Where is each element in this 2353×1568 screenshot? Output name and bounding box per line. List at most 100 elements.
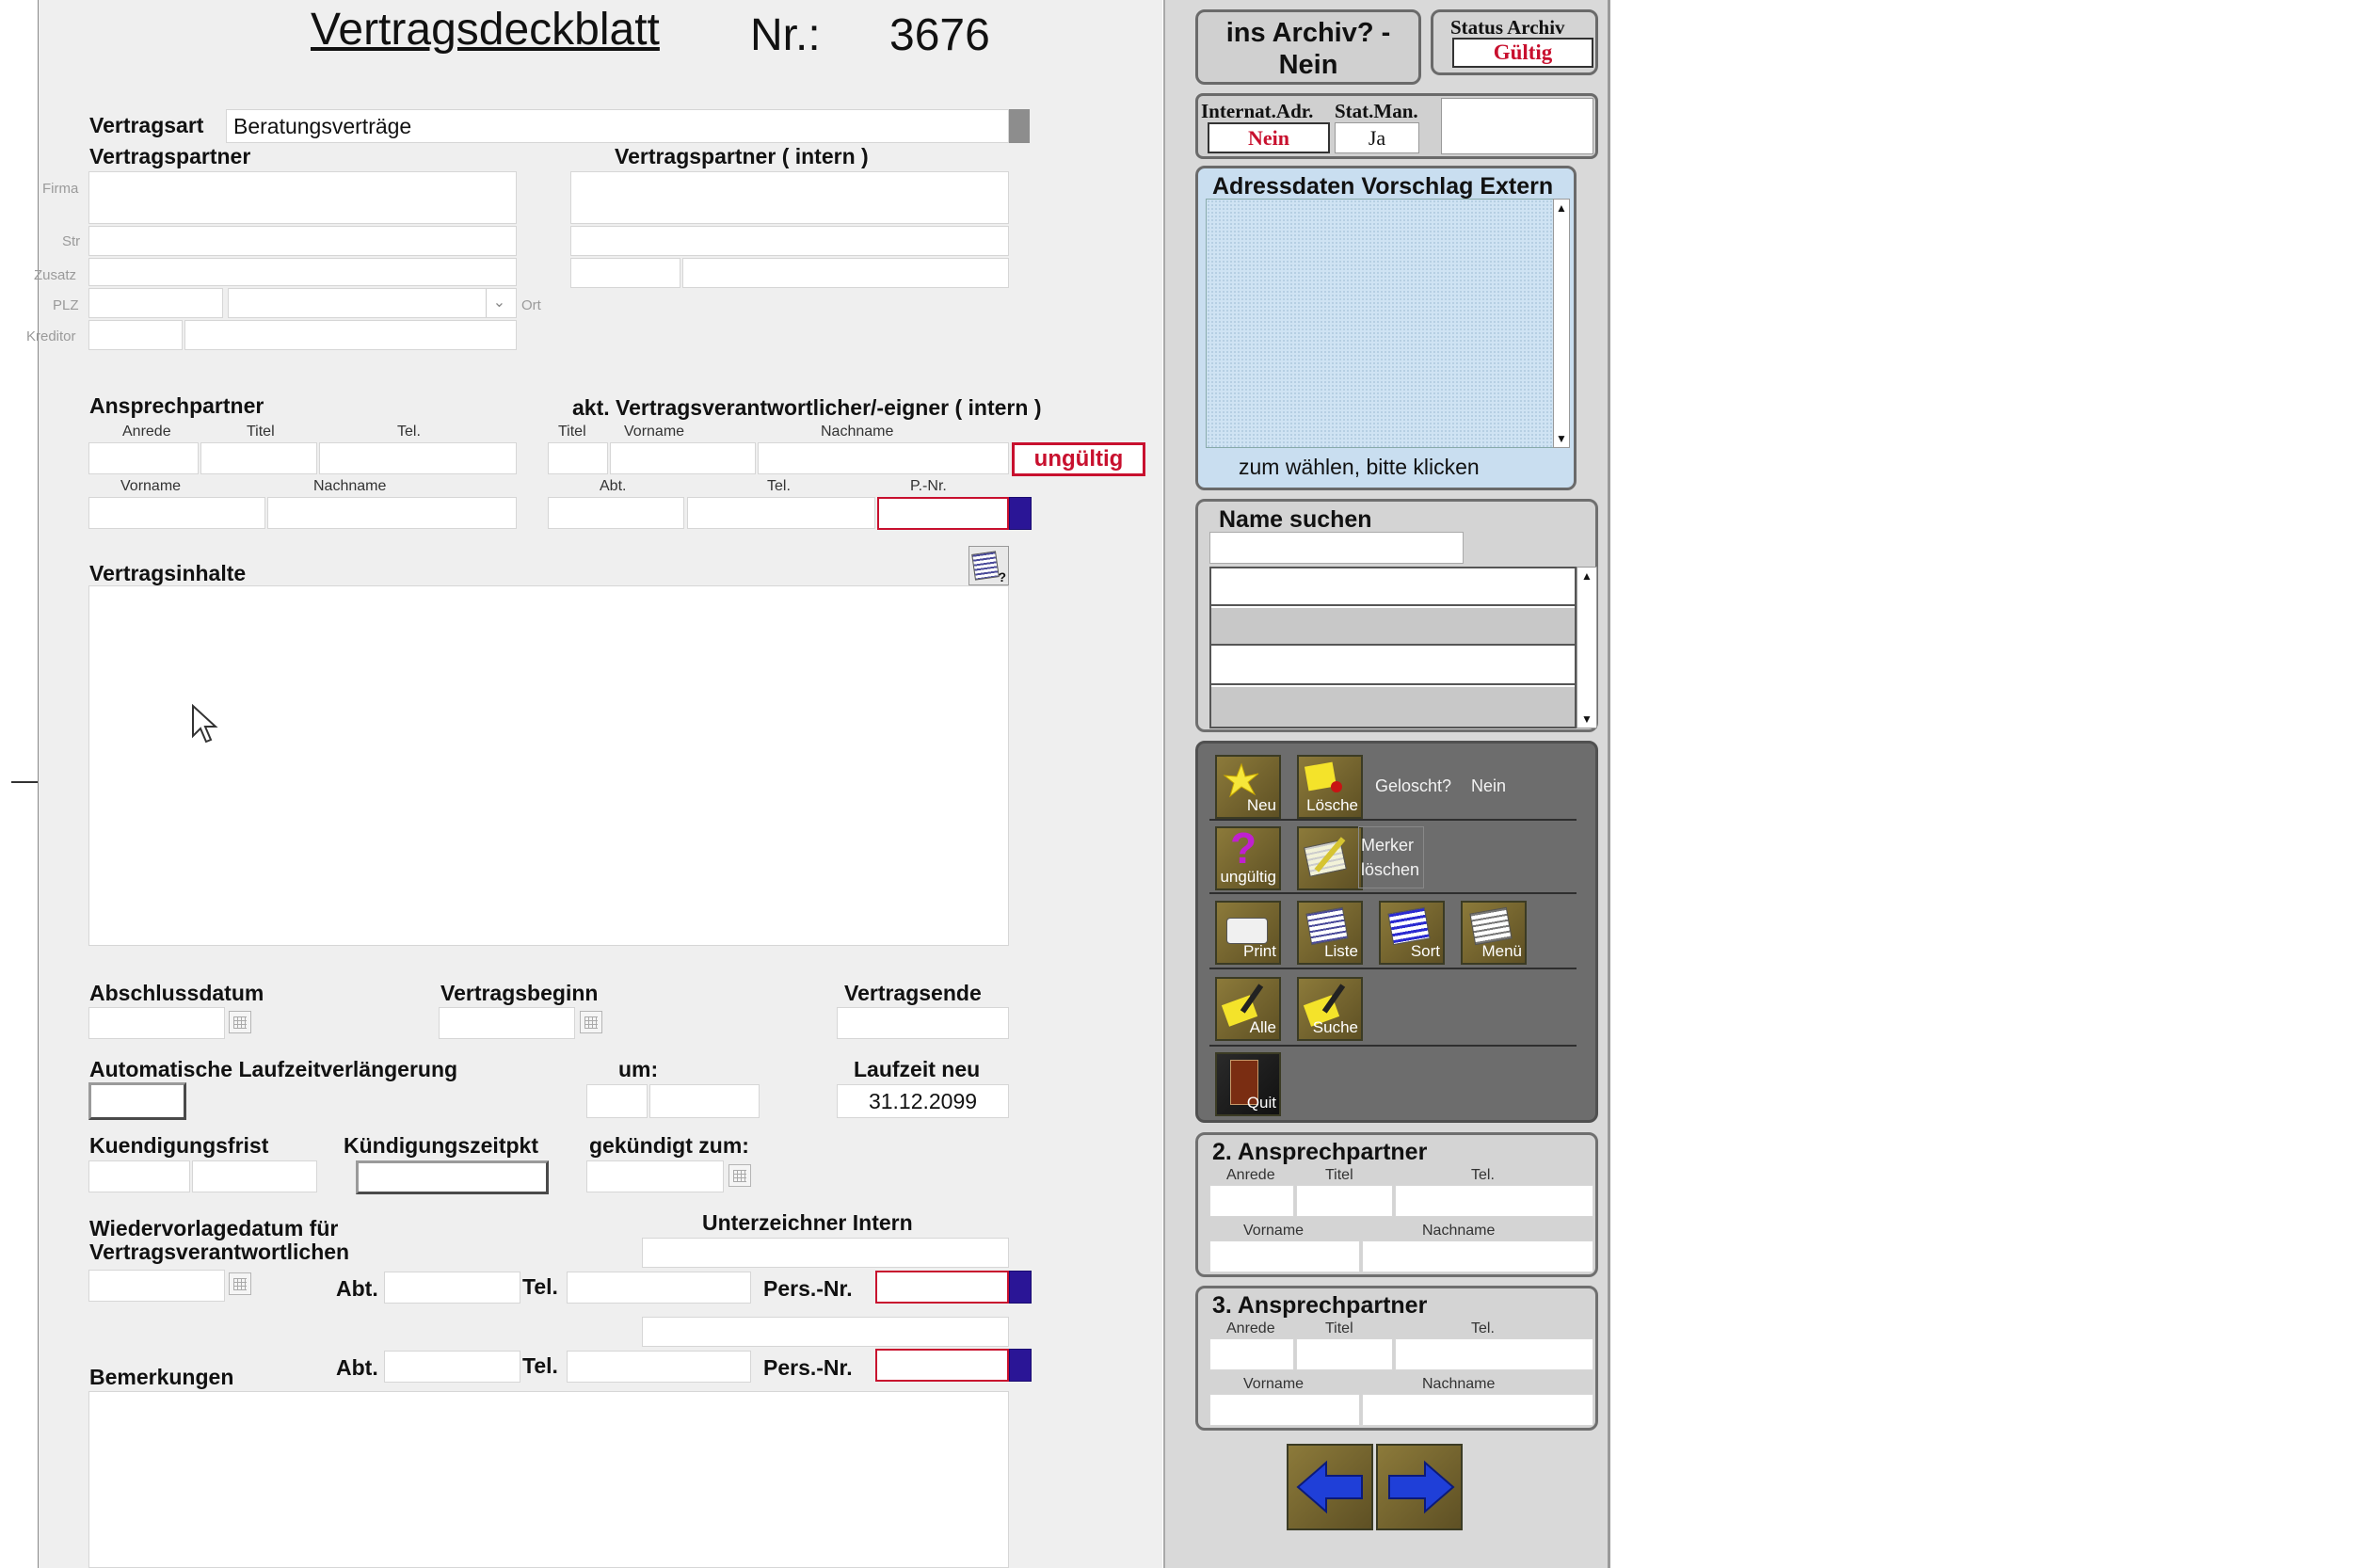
invalid-icon[interactable]: ? ungültig — [1215, 824, 1281, 890]
beginn-calendar-icon[interactable] — [580, 1011, 602, 1033]
ort-select[interactable]: ⌄ — [228, 288, 517, 318]
vorname-field[interactable] — [88, 497, 265, 529]
next-record-button[interactable] — [1376, 1444, 1463, 1530]
v-pnr-field[interactable] — [877, 497, 1009, 530]
vertragsart-field[interactable]: Beratungsverträge — [226, 109, 1009, 143]
ap3-anrede-field[interactable] — [1209, 1338, 1294, 1370]
print-icon[interactable]: Print — [1215, 901, 1281, 965]
plz-field[interactable] — [88, 288, 223, 318]
wiedervorlage-calendar-icon[interactable] — [229, 1272, 251, 1295]
ap2-nachname-field[interactable] — [1362, 1240, 1593, 1272]
statman-value[interactable]: Ja — [1335, 122, 1419, 153]
gekuendigt-calendar-icon[interactable] — [728, 1164, 751, 1187]
ap3-vorname-field[interactable] — [1209, 1394, 1360, 1426]
gekuendigt-zum-field[interactable] — [586, 1160, 724, 1192]
v-titel-field[interactable] — [548, 442, 608, 474]
kuendigungsfrist-anzahl-field[interactable] — [88, 1160, 190, 1192]
abschlussdatum-field[interactable] — [88, 1007, 225, 1039]
v-vorname-field[interactable] — [610, 442, 756, 474]
intern-ort-field[interactable] — [682, 258, 1009, 288]
wiedervorlage-field[interactable] — [88, 1270, 225, 1302]
status-archiv-value[interactable]: Gültig — [1452, 38, 1593, 68]
clear-marker-icon[interactable] — [1297, 826, 1363, 890]
unterzeichner-2-name-field[interactable] — [642, 1317, 1009, 1347]
um-einheit-field[interactable] — [649, 1084, 760, 1118]
sort-icon[interactable]: Sort — [1379, 901, 1445, 965]
titel-field[interactable] — [200, 442, 317, 474]
nachname-field[interactable] — [267, 497, 517, 529]
ap3-tel-field[interactable] — [1395, 1338, 1593, 1370]
internat-value[interactable]: Nein — [1208, 122, 1330, 153]
scroll-up-icon[interactable]: ▲ — [1581, 569, 1593, 583]
v-nachname-field[interactable] — [758, 442, 1009, 474]
document-help-icon[interactable]: ? — [968, 546, 1009, 585]
archiv-button[interactable]: ins Archiv? - Nein — [1195, 9, 1421, 85]
search-icon[interactable]: Suche — [1297, 977, 1363, 1041]
list-item[interactable] — [1211, 687, 1575, 727]
menu-icon[interactable]: Menü — [1461, 901, 1527, 965]
address-suggestion-list[interactable] — [1206, 199, 1554, 448]
new-icon[interactable]: Neu — [1215, 755, 1281, 819]
strasse-field[interactable] — [88, 226, 517, 256]
tel-field[interactable] — [319, 442, 517, 474]
kreditor-field[interactable] — [88, 320, 183, 350]
vertragsende-field[interactable] — [837, 1007, 1009, 1039]
v-abt-field[interactable] — [548, 497, 684, 529]
unterzeichner-1-abt-field[interactable] — [384, 1272, 520, 1304]
unterzeichner-1-lookup-button[interactable] — [1009, 1271, 1032, 1304]
name-search-results[interactable] — [1209, 567, 1577, 728]
show-all-icon[interactable]: Alle — [1215, 977, 1281, 1041]
address-extra-field[interactable] — [1441, 98, 1593, 154]
ap2-titel-field[interactable] — [1296, 1185, 1393, 1217]
anrede-field[interactable] — [88, 442, 199, 474]
abschluss-calendar-icon[interactable] — [229, 1011, 251, 1033]
bemerkungen-textarea[interactable] — [88, 1391, 1009, 1568]
kuendigungsfrist-einheit-field[interactable] — [192, 1160, 317, 1192]
address-flags-box: Internat.Adr. Nein Stat.Man. Ja — [1195, 93, 1598, 159]
vertragsart-dropdown[interactable] — [1009, 109, 1030, 143]
ap2-tel-field[interactable] — [1395, 1185, 1593, 1217]
merker-loeschen-label-box[interactable]: Merker löschen — [1358, 826, 1424, 888]
firma-field[interactable] — [88, 171, 517, 224]
list-item[interactable] — [1211, 608, 1575, 646]
intern-firma-field[interactable] — [570, 171, 1009, 224]
kreditor-name-field[interactable] — [184, 320, 517, 350]
unterzeichner-2-lookup-button[interactable] — [1009, 1349, 1032, 1382]
chevron-down-icon[interactable]: ⌄ — [486, 289, 512, 317]
intern-strasse-field[interactable] — [570, 226, 1009, 256]
intern-plz-field[interactable] — [570, 258, 680, 288]
unterzeichner-1-pnr-field[interactable] — [875, 1271, 1009, 1304]
list-icon[interactable]: Liste — [1297, 901, 1363, 965]
scroll-down-icon[interactable]: ▼ — [1556, 432, 1567, 445]
ap2-vorname-field[interactable] — [1209, 1240, 1360, 1272]
unterzeichner-2-tel-field[interactable] — [567, 1351, 751, 1383]
vertragsinhalte-textarea[interactable] — [88, 585, 1009, 946]
scroll-up-icon[interactable]: ▲ — [1556, 201, 1567, 215]
splitter-mark[interactable] — [11, 781, 40, 783]
address-list-scrollbar[interactable]: ▲ ▼ — [1553, 199, 1570, 448]
ap3-titel-field[interactable] — [1296, 1338, 1393, 1370]
delete-icon[interactable]: Lösche — [1297, 755, 1363, 819]
name-search-input[interactable] — [1209, 532, 1464, 564]
um-anzahl-field[interactable] — [586, 1084, 648, 1118]
v-tel-field[interactable] — [687, 497, 875, 529]
name-results-scrollbar[interactable]: ▲ ▼ — [1577, 567, 1597, 728]
ap3-nachname-field[interactable] — [1362, 1394, 1593, 1426]
address-suggestion-hint[interactable]: zum wählen, bitte klicken — [1239, 455, 1480, 480]
previous-record-button[interactable] — [1287, 1444, 1373, 1530]
v-pnr-lookup-button[interactable] — [1009, 497, 1032, 530]
list-item[interactable] — [1211, 568, 1575, 606]
unterzeichner-2-abt-field[interactable] — [384, 1351, 520, 1383]
laufzeit-neu-field[interactable]: 31.12.2099 — [837, 1084, 1009, 1118]
zusatz-field[interactable] — [88, 258, 517, 286]
scroll-down-icon[interactable]: ▼ — [1581, 712, 1593, 726]
vertragsbeginn-field[interactable] — [439, 1007, 575, 1039]
list-item[interactable] — [1211, 648, 1575, 685]
unterzeichner-2-pnr-field[interactable] — [875, 1349, 1009, 1382]
unterzeichner-1-tel-field[interactable] — [567, 1272, 751, 1304]
ap2-anrede-field[interactable] — [1209, 1185, 1294, 1217]
quit-door-icon[interactable]: Quit — [1215, 1052, 1281, 1116]
auto-verlaengerung-toggle[interactable] — [88, 1082, 186, 1120]
kuendigungszeitpkt-select[interactable] — [356, 1160, 549, 1194]
unterzeichner-1-name-field[interactable] — [642, 1238, 1009, 1268]
